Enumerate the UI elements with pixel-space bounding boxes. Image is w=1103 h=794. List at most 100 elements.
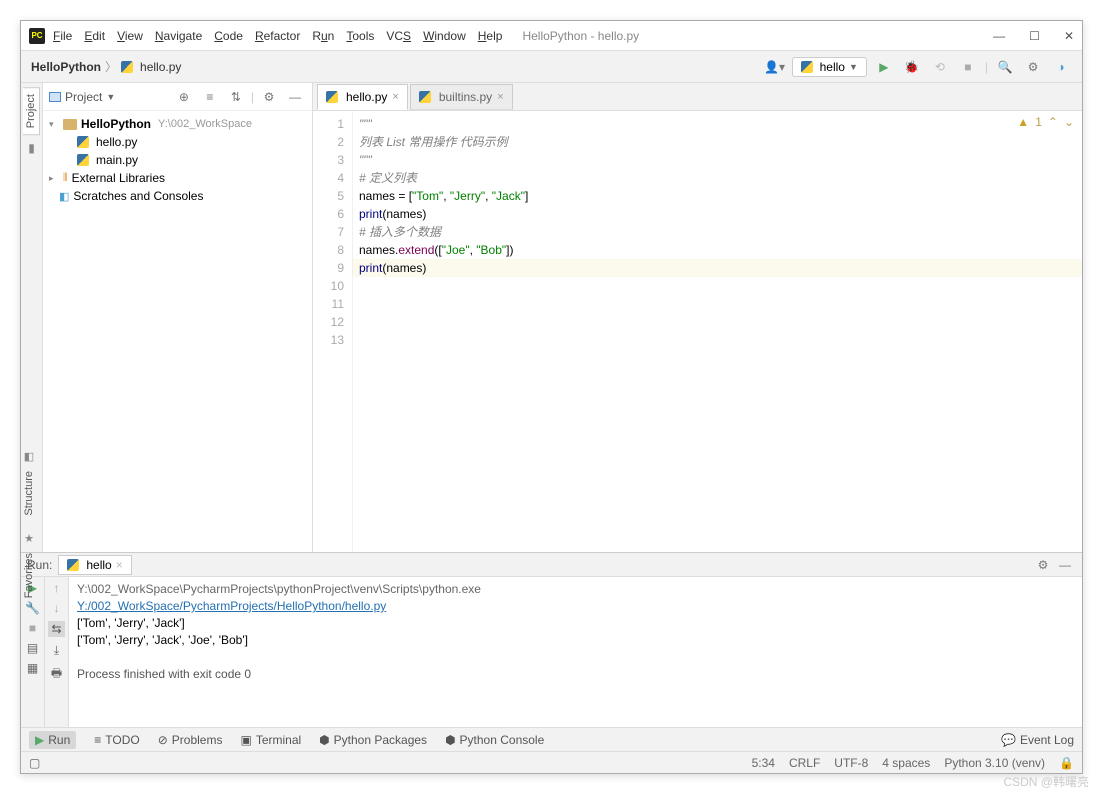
- gear-icon[interactable]: ⚙: [258, 86, 280, 108]
- hide-icon[interactable]: —: [284, 86, 306, 108]
- run-tab-label: hello: [86, 558, 111, 572]
- gear-icon[interactable]: ⚙: [1032, 554, 1054, 576]
- help-icon[interactable]: ◑: [1050, 56, 1072, 78]
- editor-tabs: hello.py × builtins.py ×: [313, 83, 1082, 111]
- tool-console[interactable]: ⬢Python Console: [445, 733, 544, 747]
- status-bar: ▢ 5:34 CRLF UTF-8 4 spaces Python 3.10 (…: [21, 751, 1082, 773]
- menu-refactor[interactable]: Refactor: [255, 29, 300, 43]
- tool-packages[interactable]: ⬢Python Packages: [319, 733, 427, 747]
- run-tab[interactable]: hello ×: [58, 555, 131, 575]
- status-eol[interactable]: CRLF: [789, 756, 820, 770]
- coverage-button[interactable]: ⟲: [929, 56, 951, 78]
- project-header-label[interactable]: Project: [65, 90, 102, 104]
- tool-terminal[interactable]: ▣Terminal: [240, 733, 301, 747]
- stop-button[interactable]: ■: [957, 56, 979, 78]
- tool-run[interactable]: ▶Run: [29, 731, 76, 749]
- tree-root[interactable]: ▾ HelloPython Y:\002_WorkSpace: [43, 115, 312, 133]
- python-file-icon: [121, 61, 133, 73]
- scroll-icon[interactable]: ⤓: [54, 643, 59, 658]
- run-tool-window: Run: hello × ⚙ — ▶ 🔧 ■ ▤ ▦ ↑ ↓ ⇆ ⤓: [21, 552, 1082, 727]
- expand-icon[interactable]: ⇅: [225, 86, 247, 108]
- run-button[interactable]: ▶: [873, 56, 895, 78]
- menu-tools[interactable]: Tools: [346, 29, 374, 43]
- structure-icon[interactable]: ◧: [24, 450, 34, 463]
- tree-file[interactable]: hello.py: [43, 133, 312, 151]
- stop-icon[interactable]: ■: [29, 621, 36, 635]
- tab-label: builtins.py: [439, 90, 492, 104]
- event-log[interactable]: 💬Event Log: [1001, 733, 1074, 747]
- python-icon: [67, 559, 79, 571]
- tab-label: hello.py: [346, 90, 387, 104]
- expand-arrow-icon[interactable]: ▸: [49, 173, 59, 184]
- tree-file-label: main.py: [96, 153, 138, 167]
- menu-code[interactable]: Code: [214, 29, 243, 43]
- code-editor[interactable]: 12345678910111213 """列表 List 常用操作 代码示例""…: [313, 111, 1082, 552]
- chevron-down-icon: ▼: [849, 62, 858, 72]
- up-icon[interactable]: ↑: [54, 581, 60, 595]
- menu-window[interactable]: Window: [423, 29, 466, 43]
- pin-icon[interactable]: ▦: [27, 661, 38, 675]
- search-icon[interactable]: 🔍: [994, 56, 1016, 78]
- lock-icon[interactable]: 🔒: [1059, 756, 1074, 770]
- status-pos[interactable]: 5:34: [752, 756, 775, 770]
- menu-vcs[interactable]: VCS: [386, 29, 411, 43]
- menu-file[interactable]: File: [53, 29, 72, 43]
- menu-run[interactable]: Run: [312, 29, 334, 43]
- hide-icon[interactable]: —: [1054, 554, 1076, 576]
- tool-problems[interactable]: ⊘Problems: [158, 733, 223, 747]
- close-button[interactable]: ✕: [1064, 29, 1074, 43]
- tree-external-libs[interactable]: ▸ ⫴ External Libraries: [43, 169, 312, 187]
- run-config-dropdown[interactable]: hello ▼: [792, 57, 867, 77]
- collapse-icon[interactable]: ≡: [199, 86, 221, 108]
- close-tab-icon[interactable]: ×: [392, 91, 398, 103]
- tree-scratches[interactable]: ◧ Scratches and Consoles: [43, 187, 312, 205]
- favorites-icon[interactable]: ★: [24, 532, 34, 545]
- maximize-button[interactable]: ☐: [1029, 29, 1040, 43]
- main-menu: File Edit View Navigate Code Refactor Ru…: [53, 29, 502, 43]
- run-toolbar-2: ↑ ↓ ⇆ ⤓ 🖶: [45, 577, 69, 727]
- menu-navigate[interactable]: Navigate: [155, 29, 202, 43]
- debug-button[interactable]: 🐞: [901, 56, 923, 78]
- down-icon[interactable]: ↓: [54, 601, 60, 615]
- project-tree: ▾ HelloPython Y:\002_WorkSpace hello.py …: [43, 111, 312, 209]
- source-code[interactable]: """列表 List 常用操作 代码示例"""# 定义列表names = ["T…: [353, 111, 1082, 552]
- settings-icon[interactable]: ⚙: [1022, 56, 1044, 78]
- editor-tab-hello[interactable]: hello.py ×: [317, 84, 408, 110]
- tool-todo[interactable]: ≡TODO: [94, 733, 139, 747]
- close-tab-icon[interactable]: ×: [497, 91, 503, 103]
- breadcrumb-root[interactable]: HelloPython: [31, 60, 101, 74]
- status-enc[interactable]: UTF-8: [834, 756, 868, 770]
- editor-tab-builtins[interactable]: builtins.py ×: [410, 84, 513, 110]
- project-panel: Project ▼ ⊕ ≡ ⇅ | ⚙ — ▾ HelloPython Y:\0…: [43, 83, 313, 552]
- folder-icon: [63, 119, 77, 130]
- run-output[interactable]: Y:\002_WorkSpace\PycharmProjects\pythonP…: [69, 577, 1082, 727]
- side-tab-project[interactable]: Project: [23, 87, 40, 135]
- tree-file-label: hello.py: [96, 135, 137, 149]
- python-file-icon: [77, 136, 89, 148]
- tool-window-button[interactable]: ▢: [29, 756, 40, 770]
- editor-area: hello.py × builtins.py × 123456789101112…: [313, 83, 1082, 552]
- print-icon[interactable]: 🖶: [51, 664, 62, 685]
- menu-edit[interactable]: Edit: [84, 29, 105, 43]
- close-icon[interactable]: ×: [116, 558, 123, 572]
- side-tab-structure[interactable]: Structure: [21, 465, 37, 522]
- side-tab-favorites[interactable]: Favorites: [21, 547, 37, 604]
- python-file-icon: [326, 91, 338, 103]
- menu-help[interactable]: Help: [478, 29, 503, 43]
- menu-view[interactable]: View: [117, 29, 143, 43]
- target-icon[interactable]: ⊕: [173, 86, 195, 108]
- bookmark-icon[interactable]: ▮: [28, 141, 35, 155]
- status-interpreter[interactable]: Python 3.10 (venv): [944, 756, 1045, 770]
- user-icon[interactable]: 👤▾: [764, 56, 786, 78]
- breadcrumb-file[interactable]: hello.py: [140, 60, 181, 74]
- chevron-down-icon[interactable]: ▼: [106, 92, 115, 102]
- project-header: Project ▼ ⊕ ≡ ⇅ | ⚙ —: [43, 83, 312, 111]
- layout-icon[interactable]: ▤: [27, 641, 38, 655]
- collapse-arrow-icon[interactable]: ▾: [49, 119, 59, 130]
- app-icon: PC: [29, 28, 45, 44]
- nav-bar: HelloPython 〉 hello.py 👤▾ hello ▼ ▶ 🐞 ⟲ …: [21, 51, 1082, 83]
- softwrap-icon[interactable]: ⇆: [48, 621, 64, 637]
- minimize-button[interactable]: —: [993, 29, 1005, 43]
- status-indent[interactable]: 4 spaces: [882, 756, 930, 770]
- tree-file[interactable]: main.py: [43, 151, 312, 169]
